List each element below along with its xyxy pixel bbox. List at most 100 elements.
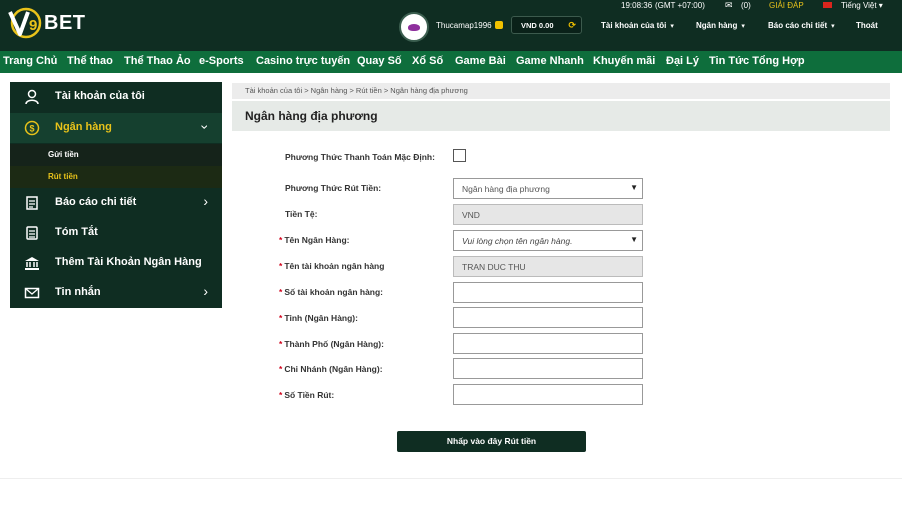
sidebar: Tài khoản của tôi $ Ngân hàng › Gửi tiền… [10,82,222,308]
chevron-down-icon: › [197,124,214,130]
language-label: Tiếng Việt [841,1,877,10]
sidebar-item-add-bank-account[interactable]: Thêm Tài Khoản Ngân Hàng [10,248,222,278]
sidebar-submenu-bank: Gửi tiền Rút tiền [10,144,222,188]
header-menu-account[interactable]: Tài khoản của tôi ▾ [601,21,674,30]
chevron-right-icon: › [203,193,208,209]
user-icon [25,89,39,105]
required-asterisk: * [279,313,283,323]
balance-value: VND 0.00 [521,21,554,30]
nav-item-news[interactable]: Tin Tức Tổng Hợp [709,55,805,67]
nav-item-lottery-draw[interactable]: Quay Số [357,55,402,67]
nav-item-promotions[interactable]: Khuyến mãi [593,55,655,67]
branch-label-text: Chi Nhánh (Ngân Hàng): [284,364,383,374]
required-asterisk: * [279,287,283,297]
bank-name-label-text: Tên Ngân Hàng: [284,235,350,245]
nav-item-sports[interactable]: Thể thao [67,55,113,67]
required-asterisk: * [279,339,283,349]
sidebar-subitem-deposit[interactable]: Gửi tiền [10,144,222,166]
avatar-image-icon [408,23,420,31]
header-menu-report[interactable]: Báo cáo chi tiết ▾ [768,21,835,30]
nav-item-home[interactable]: Trang Chủ [3,55,57,67]
amount-input[interactable] [453,384,643,405]
mail-icon[interactable]: ✉ [725,0,733,11]
account-name-value: TRAN DUC THU [462,262,526,272]
language-selector[interactable]: Tiếng Việt ▾ [841,1,883,10]
sidebar-item-label: Thêm Tài Khoản Ngân Hàng [55,256,202,268]
sidebar-item-account[interactable]: Tài khoản của tôi [10,82,222,112]
branch-input[interactable] [453,358,643,379]
chevron-down-icon: ▾ [831,23,835,30]
bank-name-select[interactable]: Vui lòng chọn tên ngân hàng. ▼ [453,230,643,251]
coin-icon [495,21,503,29]
sidebar-subitem-label: Gửi tiền [48,150,79,159]
clock: 19:08:36 [621,1,653,10]
header-menu-report-label: Báo cáo chi tiết [768,21,828,30]
city-label: * Thành Phố (Ngân Hàng): [279,339,384,349]
withdraw-method-label: Phương Thức Rút Tiền: [285,183,382,193]
default-payment-checkbox[interactable] [453,149,466,162]
sidebar-item-report[interactable]: Báo cáo chi tiết › [10,188,222,218]
dropdown-arrow-icon: ▼ [630,183,638,192]
province-input[interactable] [453,307,643,328]
amount-label-text: Số Tiền Rút: [284,390,335,400]
sidebar-subitem-withdraw[interactable]: Rút tiền [10,166,222,188]
logo-text: BET [44,11,86,34]
nav-item-esports[interactable]: e-Sports [199,55,244,67]
sidebar-item-label: Tin nhắn [55,286,101,298]
username[interactable]: Thucamap1996 [436,21,492,30]
chevron-right-icon: › [203,283,208,299]
nav-item-card-games[interactable]: Game Bài [455,55,506,67]
avatar[interactable] [399,12,429,42]
account-number-label-text: Số tài khoản ngân hàng: [284,287,384,297]
sidebar-item-label: Tài khoản của tôi [55,90,145,102]
withdraw-method-select[interactable]: Ngân hàng địa phương ▼ [453,178,643,199]
vietnam-flag-icon [823,2,832,8]
balance-box: VND 0.00 ⟳ [511,16,582,34]
withdraw-method-value: Ngân hàng địa phương [462,184,550,194]
city-input[interactable] [453,333,643,354]
chevron-down-icon: ▾ [670,23,674,30]
mail-count[interactable]: (0) [741,1,751,10]
bank-name-label: * Tên Ngân Hàng: [279,235,349,245]
summary-icon [26,226,38,240]
branch-label: * Chi Nhánh (Ngân Hàng): [279,364,383,374]
v9-logo-icon: 9 [8,7,42,39]
currency-field: VND [453,204,643,225]
refresh-icon[interactable]: ⟳ [568,20,576,31]
sidebar-item-messages[interactable]: Tin nhắn › [10,278,222,308]
logout-link[interactable]: Thoát [856,21,878,30]
mail-icon [24,287,40,299]
account-name-field: TRAN DUC THU [453,256,643,277]
bank-icon [25,257,39,270]
chevron-down-icon: ▾ [741,23,745,30]
nav-item-fast-games[interactable]: Game Nhanh [516,55,584,67]
header-menu-bank[interactable]: Ngân hàng ▾ [696,21,745,30]
header: 9 BET 19:08:36 (GMT +07:00) ✉ (0) GIẢI Đ… [0,0,902,51]
nav-item-casino[interactable]: Casino trực tuyến [256,55,350,67]
brand-logo[interactable]: 9 BET [6,6,86,40]
help-link[interactable]: GIẢI ĐÁP [769,1,804,10]
sidebar-item-bank[interactable]: $ Ngân hàng › [10,113,222,143]
withdraw-submit-button[interactable]: Nhấp vào đây Rút tiền [397,431,586,452]
timezone: (GMT +07:00) [655,1,705,10]
sidebar-item-summary[interactable]: Tóm Tắt [10,218,222,248]
header-menu-bank-label: Ngân hàng [696,21,738,30]
main-nav: Trang Chủ Thể thao Thể Thao Ảo e-Sports … [0,51,902,73]
bank-name-placeholder: Vui lòng chọn tên ngân hàng. [462,236,573,246]
required-asterisk: * [279,235,283,245]
footer-divider [0,478,902,479]
nav-item-virtual-sports[interactable]: Thể Thao Ảo [124,55,191,67]
breadcrumb[interactable]: Tài khoản của tôi > Ngân hàng > Rút tiền… [232,83,890,99]
required-asterisk: * [279,261,283,271]
dropdown-arrow-icon: ▼ [630,235,638,244]
province-label-text: Tỉnh (Ngân Hàng): [284,313,358,323]
account-number-input[interactable] [453,282,643,303]
nav-item-lottery[interactable]: Xổ Số [412,55,443,67]
sidebar-subitem-label: Rút tiền [48,172,78,181]
sidebar-item-label: Tóm Tắt [55,226,98,238]
required-asterisk: * [279,390,283,400]
required-asterisk: * [279,364,283,374]
report-icon [26,196,38,210]
nav-item-agent[interactable]: Đại Lý [666,55,699,67]
currency-value: VND [462,210,480,220]
